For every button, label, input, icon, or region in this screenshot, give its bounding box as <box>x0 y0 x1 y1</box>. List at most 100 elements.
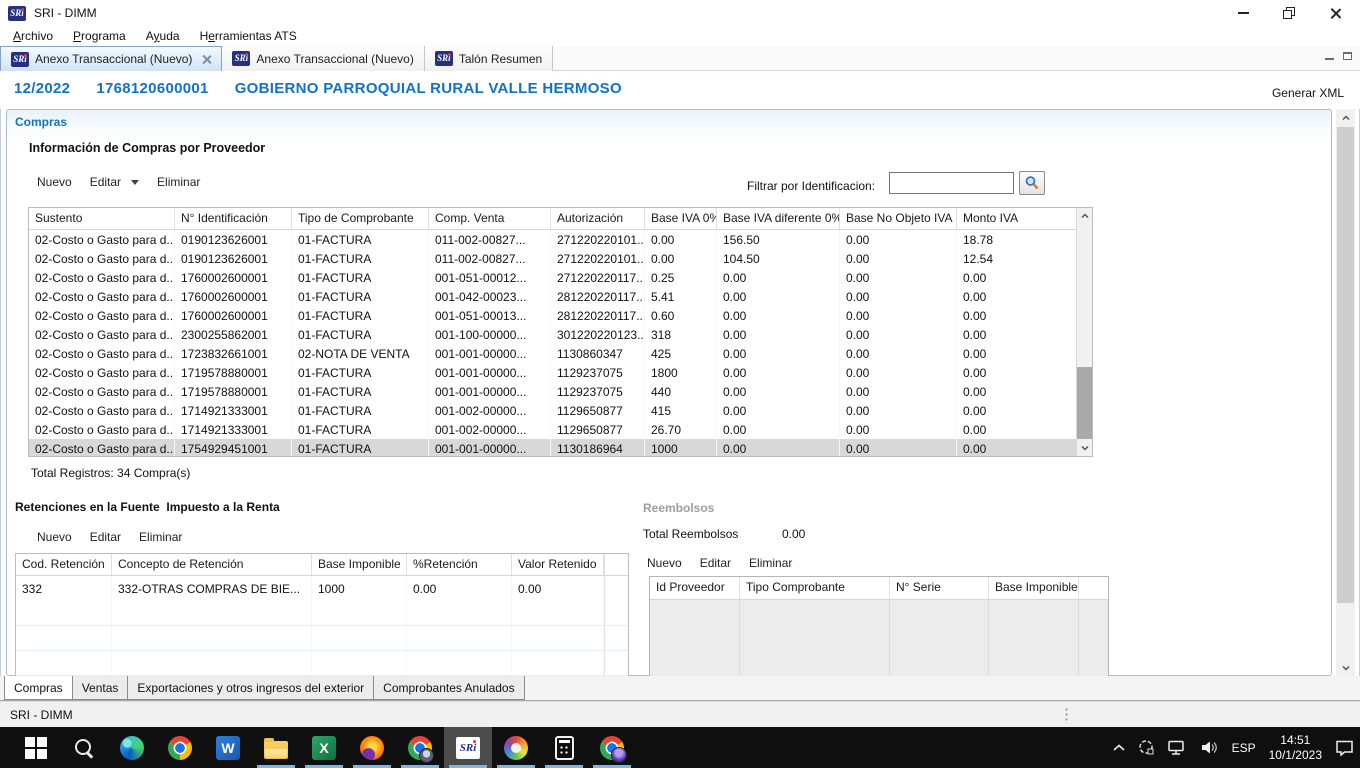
tab-talon-resumen[interactable]: SRi Talón Resumen <box>425 46 553 71</box>
table-row[interactable]: 02-Costo o Gasto para d...17238326610010… <box>29 344 1076 363</box>
close-button[interactable] <box>1312 0 1358 26</box>
language-indicator[interactable]: ESP <box>1232 741 1256 755</box>
column-header[interactable]: Id Proveedor <box>650 577 740 599</box>
table-cell: 01-FACTURA <box>292 287 429 306</box>
column-header[interactable]: Base Imponible <box>312 554 407 575</box>
column-header[interactable]: Comp. Venta <box>429 208 551 229</box>
nuevo-button[interactable]: Nuevo <box>37 530 72 544</box>
eliminar-button[interactable]: Eliminar <box>749 556 792 570</box>
column-header[interactable]: Tipo de Comprobante <box>292 208 429 229</box>
column-header[interactable]: Base No Objeto IVA <box>840 208 957 229</box>
table-row[interactable]: 02-Costo o Gasto para d...17600026000010… <box>29 287 1076 306</box>
table-row[interactable]: 02-Costo o Gasto para d...17600026000010… <box>29 306 1076 325</box>
generar-xml-button[interactable]: Generar XML <box>1272 86 1344 100</box>
scroll-down-icon[interactable] <box>1081 444 1089 452</box>
table-cell: 02-NOTA DE VENTA <box>292 344 429 363</box>
calculator-icon[interactable] <box>540 727 588 768</box>
column-header[interactable]: Base IVA 0% <box>645 208 717 229</box>
scroll-up-icon[interactable] <box>1342 114 1350 122</box>
chrome-profile-2-icon[interactable] <box>588 727 636 768</box>
table-row[interactable]: 02-Costo o Gasto para d...01901236260010… <box>29 230 1076 249</box>
table-row[interactable]: 02-Costo o Gasto para d...01901236260010… <box>29 249 1076 268</box>
tab-close-icon[interactable] <box>202 55 211 64</box>
table-scrollbar[interactable] <box>1076 208 1092 456</box>
status-grip[interactable] <box>1064 707 1069 723</box>
table-row[interactable]: 02-Costo o Gasto para d...17195788800010… <box>29 382 1076 401</box>
chrome-profile-icon[interactable] <box>396 727 444 768</box>
firefox-icon[interactable] <box>348 727 396 768</box>
editar-button[interactable]: Editar <box>90 530 121 544</box>
search-button[interactable] <box>1019 171 1045 195</box>
table-row[interactable]: 02-Costo o Gasto para d...17600026000010… <box>29 268 1076 287</box>
tab-anexo-transaccional-1[interactable]: SRi Anexo Transaccional (Nuevo) <box>0 46 222 71</box>
column-header[interactable]: Monto IVA <box>957 208 1077 229</box>
tab-anexo-transaccional-2[interactable]: SRi Anexo Transaccional (Nuevo) <box>222 46 424 71</box>
scroll-up-icon[interactable] <box>1081 212 1089 220</box>
table-row[interactable] <box>16 651 628 676</box>
menu-programa[interactable]: Programa <box>70 28 129 44</box>
column-header[interactable]: Autorización <box>551 208 645 229</box>
paint-icon[interactable] <box>492 727 540 768</box>
tab-comprobantes-anulados[interactable]: Comprobantes Anulados <box>373 676 524 700</box>
table-row[interactable]: 332332-OTRAS COMPRAS DE BIE...10000.000.… <box>16 576 628 601</box>
menu-archivo[interactable]: Archivo <box>10 28 56 44</box>
editar-button[interactable]: Editar <box>700 556 731 570</box>
notification-icon[interactable] <box>1335 739 1354 756</box>
network-icon[interactable] <box>1168 740 1187 756</box>
column-header[interactable]: Sustento <box>29 208 175 229</box>
column-header[interactable]: %Retención <box>407 554 512 575</box>
start-button-icon[interactable] <box>12 727 60 768</box>
window-title: SRI - DIMM <box>34 6 97 20</box>
column-header[interactable]: Concepto de Retención <box>112 554 312 575</box>
column-header[interactable]: Cod. Retención <box>16 554 112 575</box>
taskbar-search-icon[interactable] <box>60 727 108 768</box>
excel-icon[interactable]: X <box>300 727 348 768</box>
column-header[interactable]: N° Serie <box>890 577 989 599</box>
scrollbar-thumb[interactable] <box>1077 367 1092 439</box>
column-header[interactable]: N° Identificación <box>175 208 292 229</box>
nuevo-button[interactable]: Nuevo <box>647 556 682 570</box>
table-cell: 0.00 <box>957 325 1077 344</box>
tab-exportaciones[interactable]: Exportaciones y otros ingresos del exter… <box>127 676 374 700</box>
column-header[interactable]: Base IVA diferente 0% <box>717 208 840 229</box>
table-row[interactable] <box>16 626 628 651</box>
word-icon[interactable]: W <box>204 727 252 768</box>
editar-button[interactable]: Editar <box>90 175 121 189</box>
restore-button[interactable] <box>1266 0 1312 26</box>
edge-icon[interactable] <box>108 727 156 768</box>
table-cell <box>112 651 312 675</box>
chevron-down-icon[interactable] <box>131 180 139 185</box>
scroll-down-icon[interactable] <box>1342 664 1350 672</box>
scrollbar-thumb[interactable] <box>1337 127 1354 603</box>
pane-minimize-icon[interactable] <box>1325 53 1334 60</box>
filter-input[interactable] <box>889 172 1014 194</box>
total-reembolsos-label: Total Reembolsos <box>643 527 738 541</box>
tray-status-icon[interactable] <box>1138 739 1155 756</box>
tab-ventas[interactable]: Ventas <box>72 676 129 700</box>
column-header[interactable]: Base Imponible <box>989 577 1079 599</box>
table-row[interactable] <box>16 601 628 626</box>
menu-ayuda[interactable]: Ayuda <box>143 28 183 44</box>
eliminar-button[interactable]: Eliminar <box>139 530 182 544</box>
chrome-icon[interactable] <box>156 727 204 768</box>
menu-herramientas-ats[interactable]: Herramientas ATS <box>197 28 300 44</box>
file-explorer-icon[interactable] <box>252 727 300 768</box>
table-row[interactable]: 02-Costo o Gasto para d...23002558620010… <box>29 325 1076 344</box>
minimize-button[interactable] <box>1220 0 1266 26</box>
table-row[interactable]: 02-Costo o Gasto para d...17549294510010… <box>29 439 1076 457</box>
column-header[interactable]: Tipo Comprobante <box>740 577 890 599</box>
chevron-up-icon[interactable] <box>1113 744 1125 752</box>
panel-scrollbar[interactable] <box>1336 109 1355 676</box>
tab-compras[interactable]: Compras <box>4 676 73 700</box>
nuevo-button[interactable]: Nuevo <box>37 175 72 189</box>
volume-icon[interactable] <box>1200 740 1219 755</box>
table-row[interactable]: 02-Costo o Gasto para d...17149213330010… <box>29 420 1076 439</box>
table-cell: 0.00 <box>717 306 840 325</box>
table-row[interactable]: 02-Costo o Gasto para d...17195788800010… <box>29 363 1076 382</box>
table-row[interactable]: 02-Costo o Gasto para d...17149213330010… <box>29 401 1076 420</box>
pane-maximize-icon[interactable] <box>1343 52 1352 60</box>
eliminar-button[interactable]: Eliminar <box>157 175 200 189</box>
sri-dimm-icon[interactable]: SRi <box>444 727 492 768</box>
clock[interactable]: 14:51 10/1/2023 <box>1269 733 1322 763</box>
column-header[interactable]: Valor Retenido <box>512 554 604 575</box>
